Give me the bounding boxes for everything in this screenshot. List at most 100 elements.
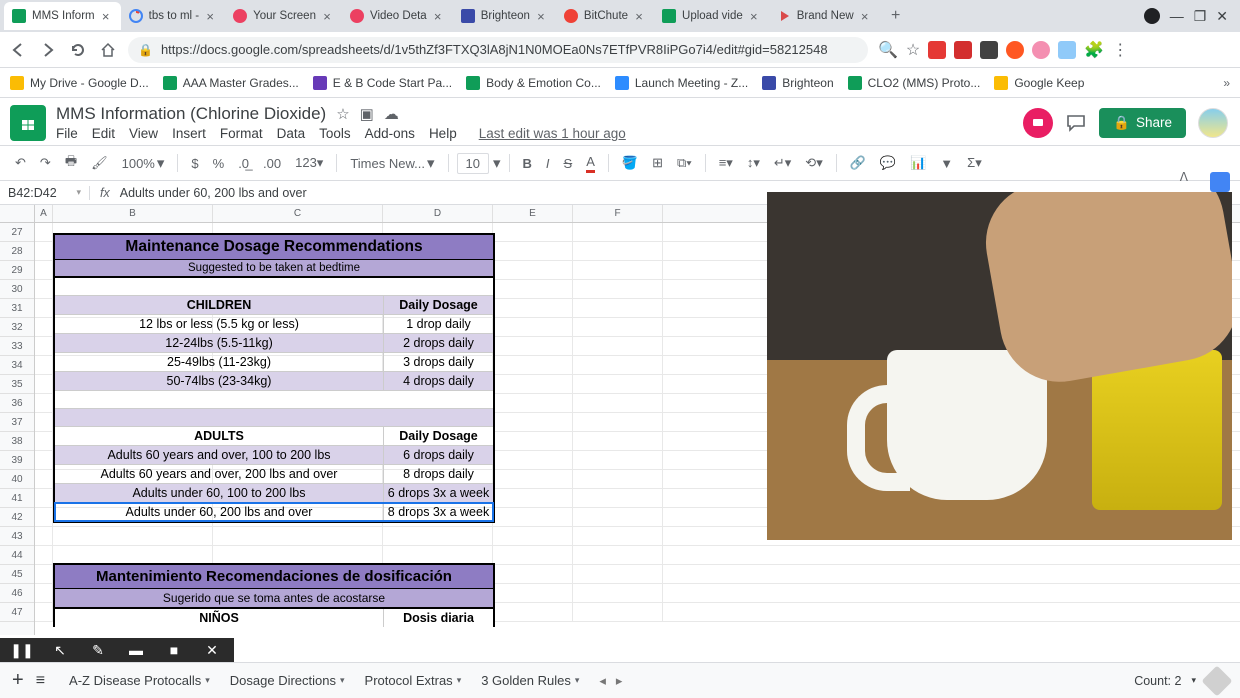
sheet-tab[interactable]: A-Z Disease Protocalls▾ [59,667,220,694]
chart-button[interactable]: 📊 [905,151,931,175]
col-header[interactable]: B [53,205,213,222]
comment-icon[interactable] [1065,112,1087,134]
menu-help[interactable]: Help [429,126,457,141]
user-avatar[interactable] [1198,108,1228,138]
row-header[interactable]: 31 [0,299,34,318]
menu-edit[interactable]: Edit [92,126,115,141]
browser-tab[interactable]: Your Screen × [225,2,342,30]
link-button[interactable]: 🔗 [845,151,871,175]
row-header[interactable]: 46 [0,584,34,603]
stop-button[interactable]: ✕ [194,639,230,661]
rotate-button[interactable]: ⟲▾ [800,151,827,175]
bookmark[interactable]: Body & Emotion Co... [466,76,601,90]
doc-title[interactable]: MMS Information (Chlorine Dioxide) [56,104,326,124]
back-button[interactable] [8,40,28,60]
menu-addons[interactable]: Add-ons [365,126,415,141]
extension-icon[interactable] [928,41,946,59]
star-icon[interactable]: ☆ [906,40,920,60]
bookmarks-overflow-icon[interactable]: » [1223,76,1230,90]
row-header[interactable]: 38 [0,432,34,451]
row-header[interactable]: 42 [0,508,34,527]
menu-file[interactable]: File [56,126,78,141]
bookmark[interactable]: My Drive - Google D... [10,76,149,90]
row-header[interactable]: 35 [0,375,34,394]
browser-tab[interactable]: Brighteon × [453,2,556,30]
browser-tab[interactable]: Brand New × [769,2,880,30]
share-button[interactable]: 🔒 Share [1099,108,1186,138]
name-box[interactable]: B42:D42▾ [0,186,90,200]
redo-button[interactable]: ↷ [35,151,56,175]
halign-button[interactable]: ≡▾ [714,151,738,175]
paint-format-button[interactable]: 🖌 [86,151,113,175]
pause-button[interactable]: ❚❚ [4,639,40,661]
borders-button[interactable]: ⊞ [647,151,668,175]
row-header[interactable]: 41 [0,489,34,508]
menu-data[interactable]: Data [277,126,306,141]
bold-button[interactable]: B [518,152,537,175]
row-header[interactable]: 44 [0,546,34,565]
col-header[interactable]: F [573,205,663,222]
functions-button[interactable]: Σ▾ [962,151,987,175]
add-sheet-button[interactable]: + [12,669,24,692]
account-icon[interactable] [1144,8,1160,24]
url-field[interactable]: 🔒 https://docs.google.com/spreadsheets/d… [128,37,868,63]
cloud-icon[interactable]: ☁ [384,105,399,123]
col-header[interactable]: E [493,205,573,222]
last-edit-link[interactable]: Last edit was 1 hour ago [479,126,626,141]
row-header[interactable]: 40 [0,470,34,489]
row-header[interactable]: 29 [0,261,34,280]
pen-button[interactable]: ✎ [80,639,116,661]
extension-icon[interactable] [1032,41,1050,59]
browser-tab[interactable]: tbs to ml - × [121,2,225,30]
font-select[interactable]: Times New... ▾ [345,150,439,176]
marker-button[interactable]: ▬ [118,639,154,661]
bookmark[interactable]: AAA Master Grades... [163,76,299,90]
move-icon[interactable]: ▣ [360,105,374,123]
more-formats-button[interactable]: 123▾ [290,151,328,175]
collapse-toolbar-icon[interactable]: ᐱ [1180,170,1188,184]
row-header[interactable]: 34 [0,356,34,375]
close-window-icon[interactable]: ✕ [1216,8,1228,25]
camera-button[interactable]: ■ [156,639,192,661]
calendar-icon[interactable] [1210,172,1230,192]
forward-button[interactable] [38,40,58,60]
text-color-button[interactable]: A [581,150,600,177]
extension-icon[interactable] [1058,41,1076,59]
new-tab-button[interactable]: + [884,4,908,28]
comment-button[interactable]: 💬 [875,151,901,175]
close-icon[interactable]: × [320,9,334,23]
selected-cell[interactable]: Adults under 60, 200 lbs and over [55,503,384,521]
bookmark[interactable]: E & B Code Start Pa... [313,76,452,90]
next-sheet-icon[interactable]: ▸ [616,673,623,689]
menu-tools[interactable]: Tools [319,126,351,141]
browser-tab[interactable]: Upload vide × [654,2,769,30]
strike-button[interactable]: S [559,152,578,175]
wrap-button[interactable]: ↵▾ [769,151,796,175]
extension-icon[interactable] [954,41,972,59]
row-header[interactable]: 43 [0,527,34,546]
close-icon[interactable]: × [203,9,217,23]
row-header[interactable]: 36 [0,394,34,413]
close-icon[interactable]: × [747,9,761,23]
row-header[interactable]: 39 [0,451,34,470]
font-size-caret-icon[interactable]: ▾ [493,154,501,172]
row-header[interactable]: 37 [0,413,34,432]
restore-icon[interactable]: ❐ [1194,8,1207,25]
all-sheets-button[interactable]: ≡ [36,672,45,690]
row-header[interactable]: 28 [0,242,34,261]
row-header[interactable]: 27 [0,223,34,242]
row-header[interactable]: 45 [0,565,34,584]
sheet-tab[interactable]: Protocol Extras▾ [355,667,472,694]
close-icon[interactable]: × [858,9,872,23]
zoom-select[interactable]: 100% ▾ [117,150,170,176]
browser-tab[interactable]: BitChute × [556,2,654,30]
close-icon[interactable]: × [632,9,646,23]
italic-button[interactable]: I [541,152,555,175]
browser-tab[interactable]: MMS Inform × [4,2,121,30]
explore-button[interactable] [1201,665,1232,696]
extension-icon[interactable] [980,41,998,59]
percent-button[interactable]: % [208,152,230,175]
menu-icon[interactable]: ⋮ [1112,40,1128,60]
menu-insert[interactable]: Insert [172,126,206,141]
row-header[interactable]: 33 [0,337,34,356]
